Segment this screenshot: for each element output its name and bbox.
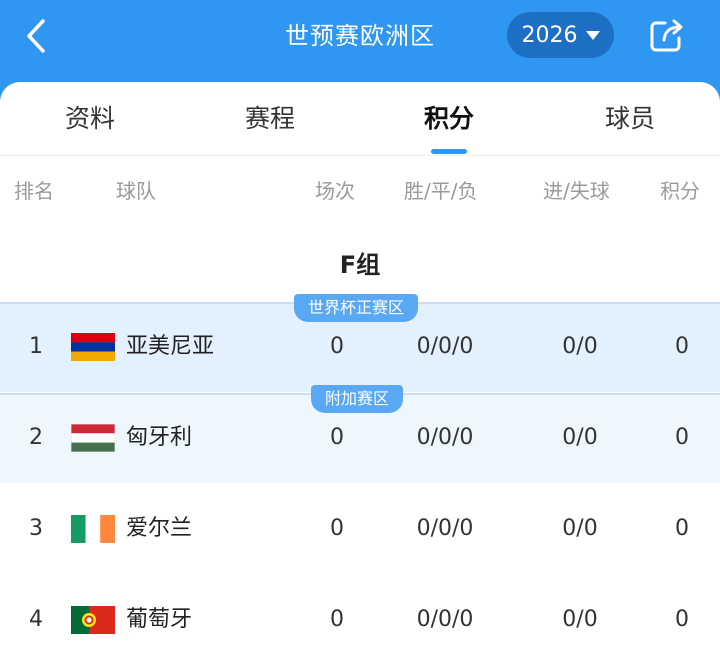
table-row[interactable]: 世界杯正赛区 1 亚美尼亚 0 0/0/0 0/0 0 (0, 294, 720, 392)
flag-armenia-icon (71, 333, 115, 361)
team-name: 爱尔兰 (126, 516, 193, 541)
tab-bar: 资料 赛程 积分 球员 (0, 82, 720, 156)
tab-active-indicator (431, 149, 467, 154)
flag-hungary-icon (71, 424, 115, 452)
tab-players[interactable]: 球员 (570, 82, 690, 156)
column-header-games: 场次 (315, 179, 355, 203)
tab-schedule[interactable]: 赛程 (210, 82, 330, 156)
rank: 4 (29, 607, 43, 632)
column-header-points: 积分 (660, 179, 700, 203)
games: 0 (330, 425, 344, 450)
goals: 0/0 (562, 425, 598, 450)
table-row[interactable]: 4 葡萄牙 0 0/0/0 0/0 0 (0, 575, 720, 650)
year-dropdown[interactable]: 2026 (507, 12, 614, 58)
group-title: F组 (339, 251, 381, 279)
goals: 0/0 (562, 607, 598, 632)
column-header-rank: 排名 (14, 179, 54, 203)
goals: 0/0 (562, 516, 598, 541)
column-header-team: 球队 (116, 179, 156, 203)
content-card: 资料 赛程 积分 球员 排名 球队 场次 胜/平/负 进/失球 积分 F组 世界… (0, 82, 720, 650)
win-draw-loss: 0/0/0 (416, 516, 474, 541)
team-name: 葡萄牙 (126, 607, 193, 632)
points: 0 (675, 425, 689, 450)
rank: 2 (29, 425, 43, 450)
win-draw-loss: 0/0/0 (416, 607, 474, 632)
year-value: 2026 (521, 22, 578, 48)
column-header-goals: 进/失球 (543, 179, 610, 203)
team-name: 亚美尼亚 (126, 334, 215, 359)
share-button[interactable] (648, 16, 686, 54)
table-row[interactable]: 附加赛区 2 匈牙利 0 0/0/0 0/0 0 (0, 385, 720, 483)
tab-standings[interactable]: 积分 (389, 82, 509, 156)
points: 0 (675, 334, 689, 359)
column-header-wdl: 胜/平/负 (404, 179, 478, 203)
games: 0 (330, 516, 344, 541)
win-draw-loss: 0/0/0 (416, 425, 474, 450)
games: 0 (330, 607, 344, 632)
table-row[interactable]: 3 爱尔兰 0 0/0/0 0/0 0 (0, 484, 720, 574)
rank: 1 (29, 334, 43, 359)
games: 0 (330, 334, 344, 359)
caret-down-icon (585, 30, 600, 40)
points: 0 (675, 607, 689, 632)
flag-portugal-icon (71, 606, 115, 634)
rank: 3 (29, 516, 43, 541)
team-name: 匈牙利 (126, 425, 193, 450)
goals: 0/0 (562, 334, 598, 359)
win-draw-loss: 0/0/0 (416, 334, 474, 359)
points: 0 (675, 516, 689, 541)
tab-info[interactable]: 资料 (30, 82, 150, 156)
share-icon (650, 19, 683, 52)
flag-ireland-icon (71, 515, 115, 543)
